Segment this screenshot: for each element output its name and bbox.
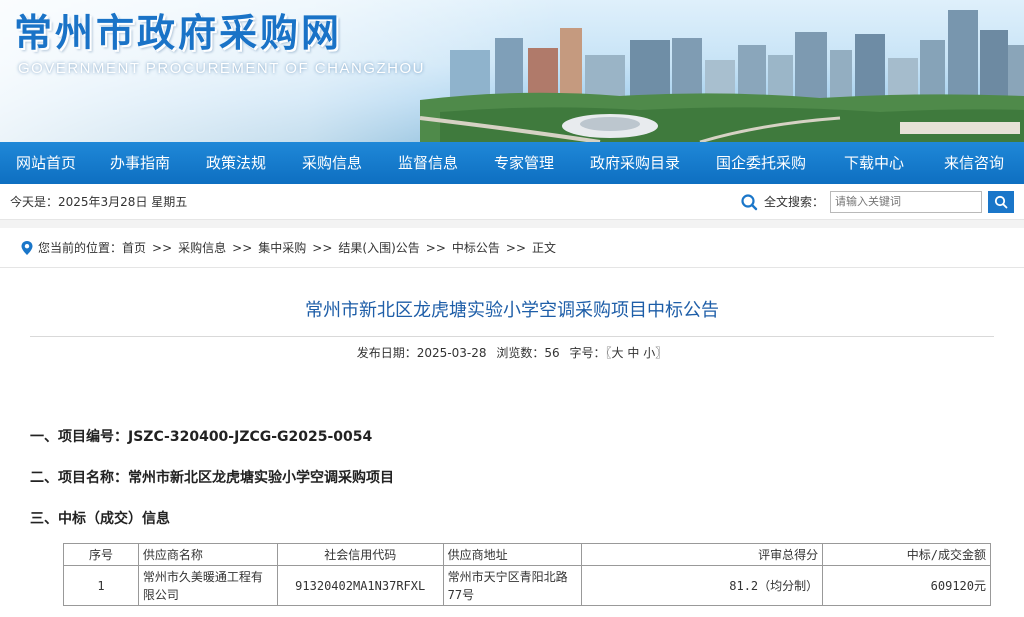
table-row: 1 常州市久美暖通工程有限公司 91320402MA1N37RFXL 常州市天宁… [63,565,991,606]
breadcrumb-current: 正文 [532,241,557,255]
col-credit-code: 社会信用代码 [276,543,444,566]
site-title: 常州市政府采购网 [14,11,343,55]
nav-experts[interactable]: 专家管理 [476,142,572,184]
breadcrumb-results[interactable]: 结果(入围)公告 [338,239,419,256]
search-input[interactable] [830,190,982,213]
nav-home[interactable]: 网站首页 [0,142,92,184]
project-name: 二、项目名称：常州市新北区龙虎塘实验小学空调采购项目 [30,470,394,486]
breadcrumb-separator: >> [505,240,526,255]
publish-label: 发布日期： [356,346,417,360]
search-label: 全文搜索： [763,195,824,209]
breadcrumb-separator: >> [425,240,446,255]
article-title: 常州市新北区龙虎塘实验小学空调采购项目中标公告 [305,300,719,321]
cell-supplier-name: 常州市久美暖通工程有限公司 [137,565,278,606]
breadcrumb-procurement-info[interactable]: 采购信息 [178,239,226,256]
col-supplier-name: 供应商名称 [137,543,278,566]
table-header-row: 序号 供应商名称 社会信用代码 供应商地址 评审总得分 中标/成交金额 [63,543,991,566]
info-bar: 今天是：2025年3月28日 星期五 全文搜索： [0,184,1024,220]
article-meta: 发布日期：2025-03-28 浏览数：56 字号：〖大 中 小〗 [30,344,994,361]
title-divider [30,336,994,337]
search-button[interactable] [988,190,1014,213]
cell-credit-code: 91320402MA1N37RFXL [276,565,444,606]
project-number: 一、项目编号：JSZC-320400-JZCG-G2025-0054 [30,429,373,445]
nav-catalog[interactable]: 政府采购目录 [572,142,698,184]
views-label: 浏览数： [496,346,545,360]
article: 常州市新北区龙虎塘实验小学空调采购项目中标公告 发布日期：2025-03-28 … [0,296,1024,361]
search-logo-icon [741,193,758,210]
breadcrumb-prefix: 您当前的位置： [38,241,123,255]
nav-supervision[interactable]: 监督信息 [380,142,476,184]
award-table: 序号 供应商名称 社会信用代码 供应商地址 评审总得分 中标/成交金额 1 常州… [63,543,991,606]
cell-amount: 609120元 [822,565,991,606]
col-score: 评审总得分 [581,543,824,566]
breadcrumb-separator: >> [152,240,173,255]
award-info-heading: 三、中标（成交）信息 [30,511,170,527]
publish-date: 2025-03-28 [416,346,487,360]
nav-soe-procurement[interactable]: 国企委托采购 [698,142,824,184]
nav-policy[interactable]: 政策法规 [188,142,284,184]
main-nav: 网站首页 办事指南 政策法规 采购信息 监督信息 专家管理 政府采购目录 国企委… [0,142,1024,184]
cell-index: 1 [63,565,139,606]
font-size-medium[interactable]: 中 [627,346,639,360]
nav-procurement-info[interactable]: 采购信息 [284,142,380,184]
font-bracket-close: 〗 [655,346,668,360]
section-gap [0,220,1024,228]
col-index: 序号 [63,543,139,566]
nav-contact[interactable]: 来信咨询 [924,142,1024,184]
col-supplier-address: 供应商地址 [442,543,583,566]
today-date: 今天是：2025年3月28日 星期五 [10,195,188,209]
site-title-english: GOVERNMENT PROCUREMENT OF CHANGZHOU [18,60,425,77]
breadcrumb-home[interactable]: 首页 [122,239,146,256]
location-pin-icon [21,240,33,255]
search-area: 全文搜索： [740,190,1014,213]
breadcrumb: 您当前的位置： 首页 >> 采购信息 >> 集中采购 >> 结果(入围)公告 >… [0,228,1024,268]
font-size-small[interactable]: 小 [643,346,655,360]
font-size-large[interactable]: 大 [612,346,624,360]
breadcrumb-separator: >> [232,240,253,255]
breadcrumb-separator: >> [312,240,333,255]
site-banner: 常州市政府采购网 GOVERNMENT PROCUREMENT OF CHANG… [0,0,1024,142]
col-amount: 中标/成交金额 [822,543,991,566]
search-icon [994,195,1008,208]
breadcrumb-centralized[interactable]: 集中采购 [258,239,306,256]
cell-score: 81.2（均分制） [581,565,824,606]
cell-supplier-address: 常州市天宁区青阳北路77号 [442,565,583,606]
font-size-label: 字号： [569,346,606,360]
views-count: 56 [544,346,560,360]
nav-downloads[interactable]: 下载中心 [824,142,924,184]
nav-guide[interactable]: 办事指南 [92,142,188,184]
breadcrumb-award[interactable]: 中标公告 [452,239,500,256]
